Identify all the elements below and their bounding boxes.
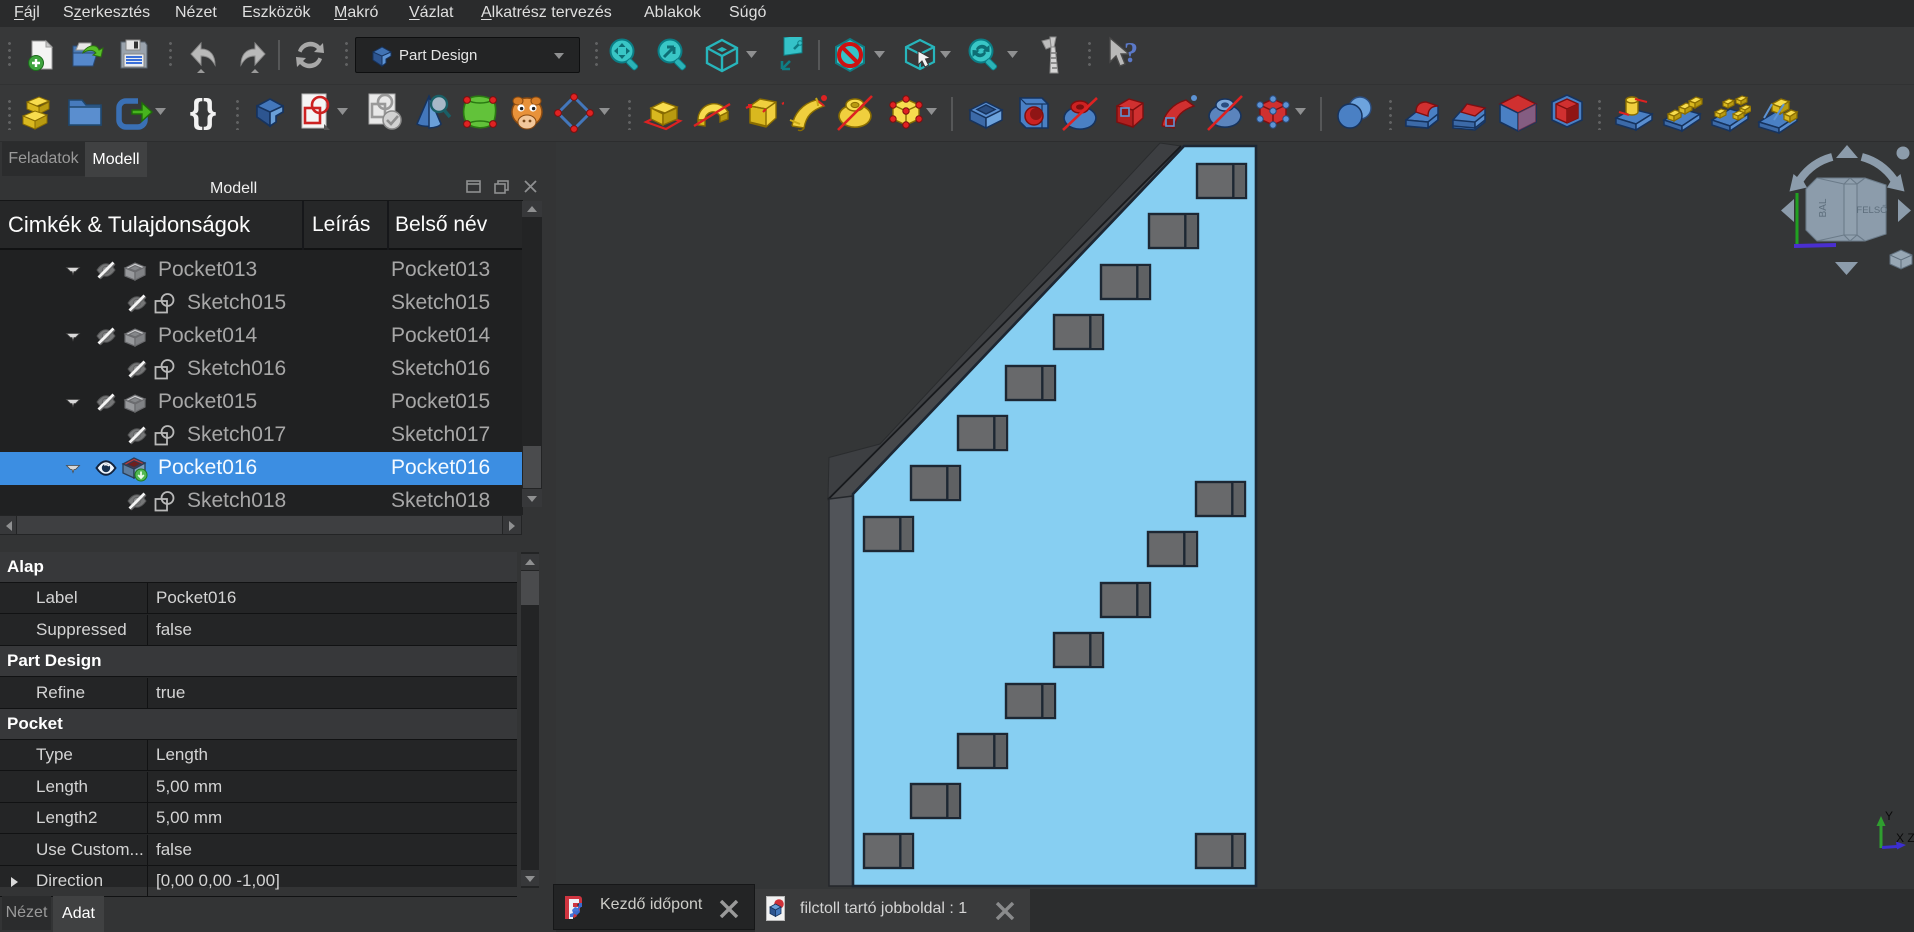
svg-text:BAL: BAL [1818, 198, 1829, 217]
svg-text:FELSŐ: FELSŐ [1856, 205, 1887, 216]
svg-text:?: ? [1124, 38, 1138, 69]
svg-text:X Z: X Z [1896, 831, 1914, 845]
svg-text:Y: Y [1885, 809, 1893, 823]
